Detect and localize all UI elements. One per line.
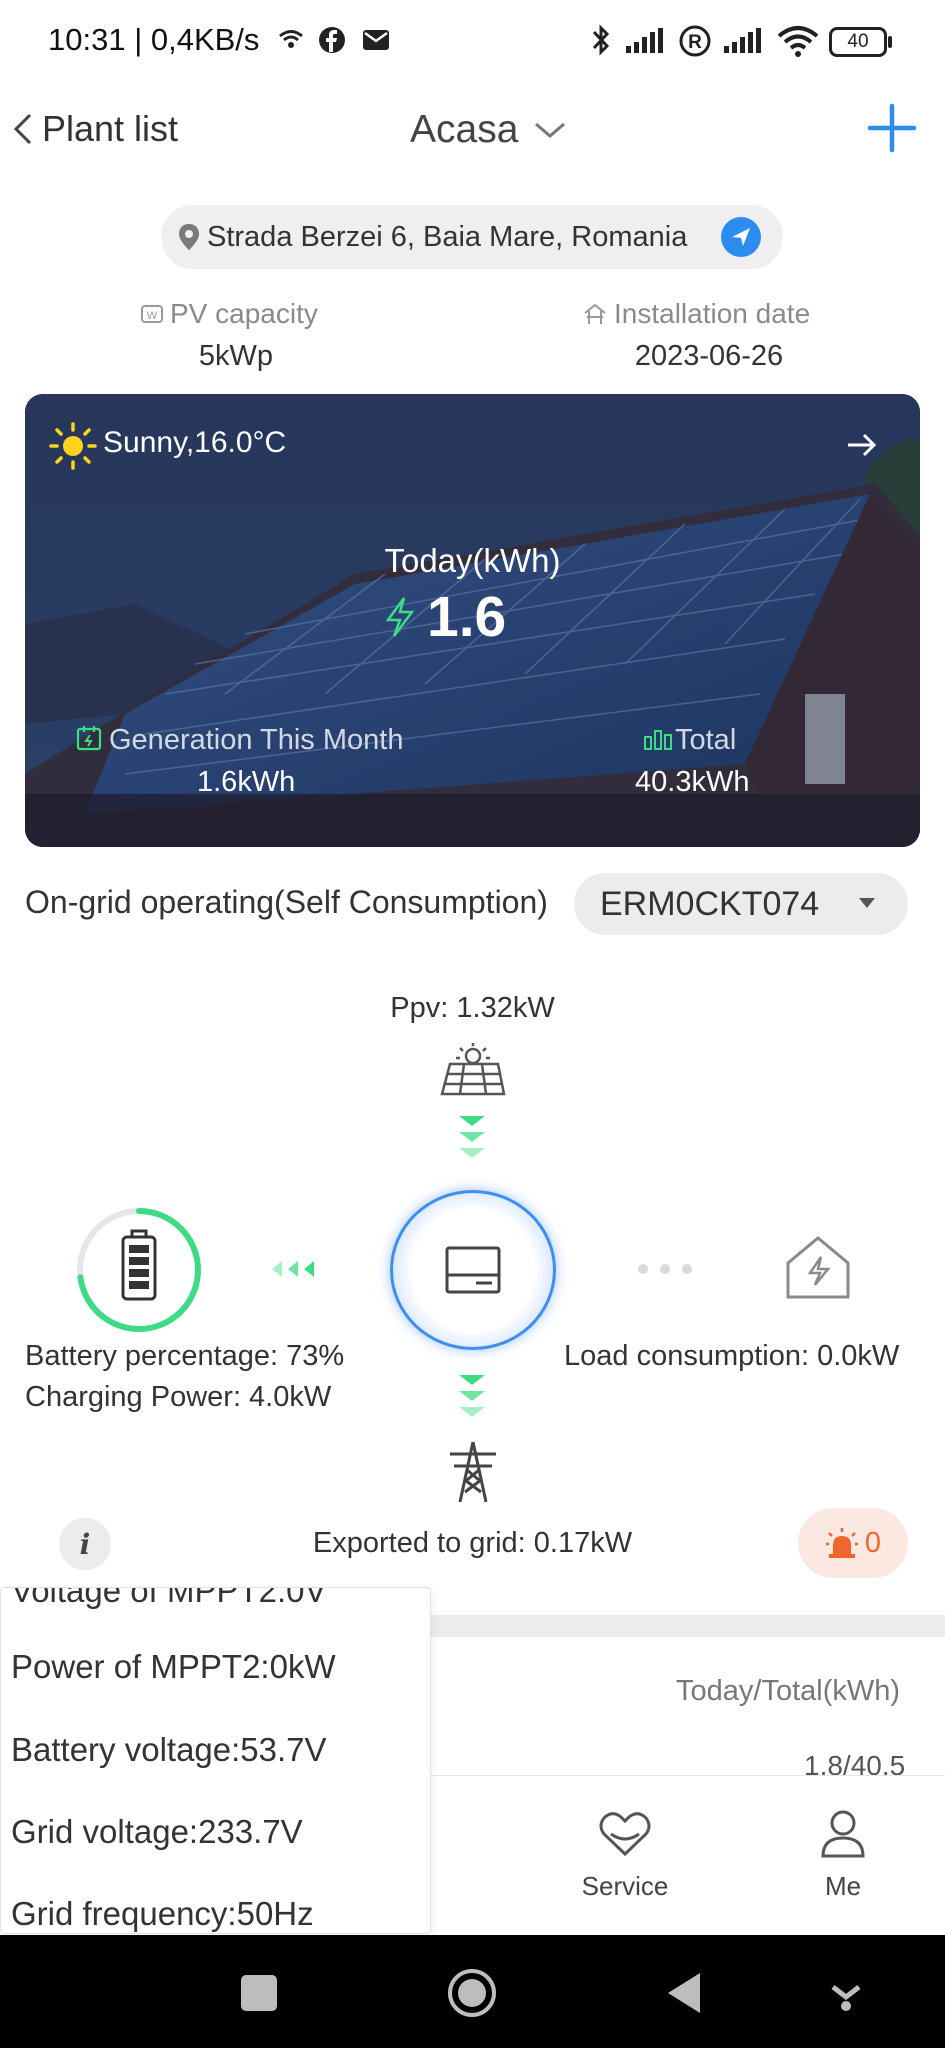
popup-row-mppt2-voltage: Voltage of MPPT2:0V (11, 1587, 327, 1609)
device-serial: ERM0CKT074 (600, 884, 820, 923)
installation-date-label: Installation date (614, 298, 811, 329)
pv-capacity-value: 5kWp (198, 340, 274, 372)
home-button[interactable] (446, 1967, 498, 2019)
operating-mode: On-grid operating(Self Consumption) (25, 884, 548, 920)
dropdown-caret-icon (859, 898, 875, 908)
back-button[interactable] (664, 1971, 704, 2015)
navigate-button[interactable] (721, 217, 761, 257)
installation-icon (584, 303, 606, 324)
alarm-button[interactable]: 0 (798, 1508, 908, 1578)
popup-row-mppt2-power: Power of MPPT2:0kW (11, 1648, 336, 1685)
bar-chart-icon (644, 730, 672, 750)
load-consumption: Load consumption: 0.0kW (564, 1340, 900, 1372)
status-bar: 10:31 | 0,4KB/s R 40 (0, 0, 945, 80)
weather-text: Sunny,16.0°C (103, 426, 287, 459)
ppv-label: Ppv: 1.32kW (390, 992, 555, 1024)
service-heart-icon (599, 1812, 651, 1857)
bottom-tab-bar: Service Me (430, 1775, 945, 1935)
recents-button[interactable] (241, 1975, 277, 2011)
flow-arrows-down-grid (459, 1375, 485, 1417)
sun-icon (49, 422, 97, 470)
tab-me[interactable]: Me (803, 1808, 883, 1902)
total-label: Total (675, 724, 737, 756)
house-load-icon (786, 1236, 850, 1299)
svg-text:W: W (147, 310, 158, 322)
lightning-icon (385, 597, 415, 637)
today-value: 1.6 (427, 585, 507, 649)
plant-overview-card[interactable]: Sunny,16.0°C Today(kWh) 1.6 Generation T… (25, 394, 920, 847)
popup-row-battery-voltage: Battery voltage:53.7V (11, 1731, 327, 1768)
back-label: Plant list (42, 108, 179, 149)
chevron-left-icon (13, 113, 32, 145)
plant-name: Acasa (410, 108, 519, 151)
address-text: Strada Berzei 6, Baia Mare, Romania (207, 220, 688, 253)
charging-power: Charging Power: 4.0kW (25, 1381, 332, 1413)
device-details-popup[interactable]: Voltage of MPPT2:0V Power of MPPT2:0kW B… (0, 1587, 431, 1934)
pv-capacity-label-row: W PV capacity (140, 298, 340, 330)
total-value: 40.3kWh (635, 766, 750, 798)
flow-arrows-down-pv (459, 1116, 485, 1158)
popup-row-grid-frequency: Grid frequency:50Hz (11, 1895, 314, 1932)
system-nav-bar (0, 1935, 945, 2048)
address-pill[interactable]: Strada Berzei 6, Baia Mare, Romania (161, 205, 783, 269)
svg-text:R: R (688, 32, 702, 53)
facebook-icon (319, 27, 345, 53)
today-label: Today(kWh) (384, 542, 561, 579)
cell-signal-icon (626, 28, 663, 53)
arrow-right-icon[interactable] (845, 430, 879, 460)
tab-service[interactable]: Service (550, 1808, 700, 1902)
assistant-down-icon[interactable] (829, 1973, 863, 2013)
wifi-signal-icon (279, 30, 303, 48)
installation-date: Installation date (582, 298, 882, 330)
pv-capacity-icon: W (141, 305, 163, 323)
solar-panel-icon (440, 1043, 506, 1096)
cell-signal-2-icon (724, 28, 761, 53)
wifi-icon (777, 26, 819, 57)
flow-dots-load (638, 1264, 692, 1274)
inverter-icon (445, 1246, 501, 1294)
tab-me-label: Me (824, 1871, 862, 1901)
status-time: 10:31 | 0,4KB/s (48, 22, 260, 57)
installation-date-label-row: Installation date (582, 298, 882, 330)
popup-row-grid-voltage: Grid voltage:233.7V (11, 1813, 303, 1850)
pv-capacity: W PV capacity (140, 298, 340, 330)
battery-tip (888, 36, 892, 48)
section-divider (430, 1615, 945, 1637)
installation-date-value: 2023-06-26 (634, 340, 784, 372)
battery-ring-icon (77, 1208, 201, 1332)
today-total-header: Today/Total(kWh) (676, 1675, 901, 1707)
tab-service-label: Service (581, 1871, 669, 1901)
navigation-arrow-icon (732, 228, 750, 246)
roaming-icon: R (679, 25, 711, 57)
location-pin-icon (179, 224, 199, 250)
today-total-value: 1.8/40.5 (804, 1750, 906, 1776)
device-selector[interactable]: ERM0CKT074 (574, 873, 908, 935)
user-icon (821, 1810, 865, 1858)
inverter-node[interactable] (390, 1190, 556, 1350)
alarm-count: 0 (864, 1526, 882, 1559)
mail-icon (363, 30, 389, 50)
back-to-plant-list[interactable]: Plant list (10, 108, 178, 150)
alarm-siren-icon (825, 1528, 858, 1558)
bluetooth-icon (592, 24, 610, 56)
add-plant-button[interactable] (866, 102, 918, 154)
calendar-icon (76, 726, 102, 751)
plant-selector[interactable]: Acasa (410, 108, 568, 152)
power-tower-icon (450, 1441, 496, 1503)
month-value: 1.6kWh (197, 766, 296, 798)
battery-percentage: Battery percentage: 73% (25, 1340, 345, 1372)
month-label: Generation This Month (109, 724, 404, 756)
pv-capacity-label: PV capacity (170, 298, 318, 329)
battery-indicator: 40 (829, 27, 887, 57)
flow-arrows-left-battery (272, 1261, 314, 1277)
chevron-down-icon (535, 122, 566, 138)
